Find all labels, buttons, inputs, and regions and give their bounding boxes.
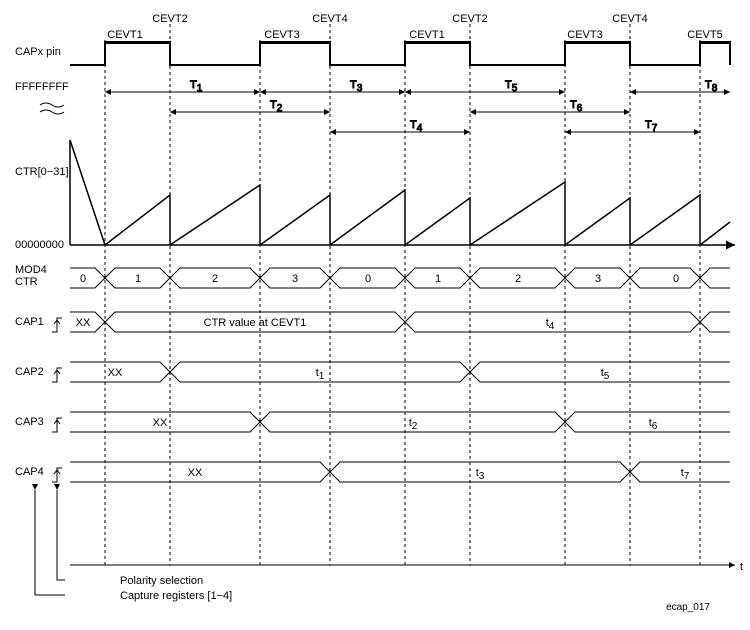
cap4-bus	[70, 462, 730, 482]
cap2-label: CAP2	[15, 366, 44, 378]
mod4-bus	[70, 268, 730, 288]
svg-text:3: 3	[595, 273, 601, 285]
svg-text:CEVT3: CEVT3	[264, 29, 299, 41]
axis-break-icon	[40, 103, 64, 114]
svg-text:CEVT2: CEVT2	[152, 13, 187, 25]
ctr-label: CTR	[15, 276, 38, 288]
cap1-bus	[70, 312, 730, 332]
cap4-label: CAP4	[15, 466, 44, 478]
svg-text:2: 2	[515, 273, 521, 285]
svg-text:CEVT2: CEVT2	[452, 13, 487, 25]
cap1-v1: CTR value at CEVT1	[204, 317, 307, 329]
svg-text:CEVT4: CEVT4	[312, 13, 347, 25]
svg-text:0: 0	[673, 273, 679, 285]
edge-icon	[52, 418, 62, 432]
guides	[105, 24, 700, 565]
cap3-v2: t6	[649, 417, 658, 432]
ffffffff-label: FFFFFFFF	[15, 81, 69, 93]
cap2-bus	[70, 362, 730, 382]
cap3-bus	[70, 412, 730, 432]
svg-text:CEVT3: CEVT3	[567, 29, 602, 41]
cap1-v2: t4	[546, 317, 555, 332]
svg-text:0: 0	[80, 273, 86, 285]
edge-icon	[52, 468, 62, 482]
svg-text:CEVT1: CEVT1	[409, 29, 444, 41]
cap4-v0: XX	[188, 467, 203, 479]
capx-wave	[70, 43, 730, 65]
cap1-label: CAP1	[15, 316, 44, 328]
svg-text:3: 3	[292, 273, 298, 285]
zeros-label: 00000000	[15, 239, 64, 251]
svg-text:CEVT5: CEVT5	[687, 29, 722, 41]
edge-icon	[52, 318, 62, 332]
cap3-v0: XX	[153, 417, 168, 429]
svg-text:2: 2	[212, 273, 218, 285]
cap4-v2: t7	[681, 467, 690, 482]
cap1-v0: XX	[76, 317, 91, 329]
svg-text:CEVT4: CEVT4	[612, 13, 647, 25]
mod4-label: MOD4	[15, 264, 47, 276]
bracket-icon	[35, 490, 65, 595]
capreg-label: Capture registers [1−4]	[120, 590, 232, 602]
polarity-label: Polarity selection	[120, 575, 203, 587]
cap2-v2: t5	[601, 367, 610, 382]
timing-diagram: CEVT1 CEVT2 CEVT3 CEVT4 CEVT1 CEVT2 CEVT…	[10, 10, 750, 620]
cap3-label: CAP3	[15, 416, 44, 428]
svg-text:0: 0	[365, 273, 371, 285]
time-label: t	[740, 561, 743, 573]
edge-icon	[52, 368, 62, 382]
svg-text:1: 1	[435, 273, 441, 285]
cap2-v0: XX	[108, 367, 123, 379]
figure-id: ecap_017	[666, 602, 710, 613]
capx-pin-label: CAPx pin	[15, 46, 61, 58]
ctr-range-label: CTR[0−31]	[15, 166, 69, 178]
cap3-v1: t2	[409, 417, 418, 432]
cap2-v1: t1	[316, 367, 325, 382]
svg-text:CEVT1: CEVT1	[107, 29, 142, 41]
svg-text:1: 1	[135, 273, 141, 285]
cap4-v1: t3	[476, 467, 485, 482]
period-arrows: T1 T2 T3 T4 T5 T6 T7 T8	[105, 79, 730, 134]
